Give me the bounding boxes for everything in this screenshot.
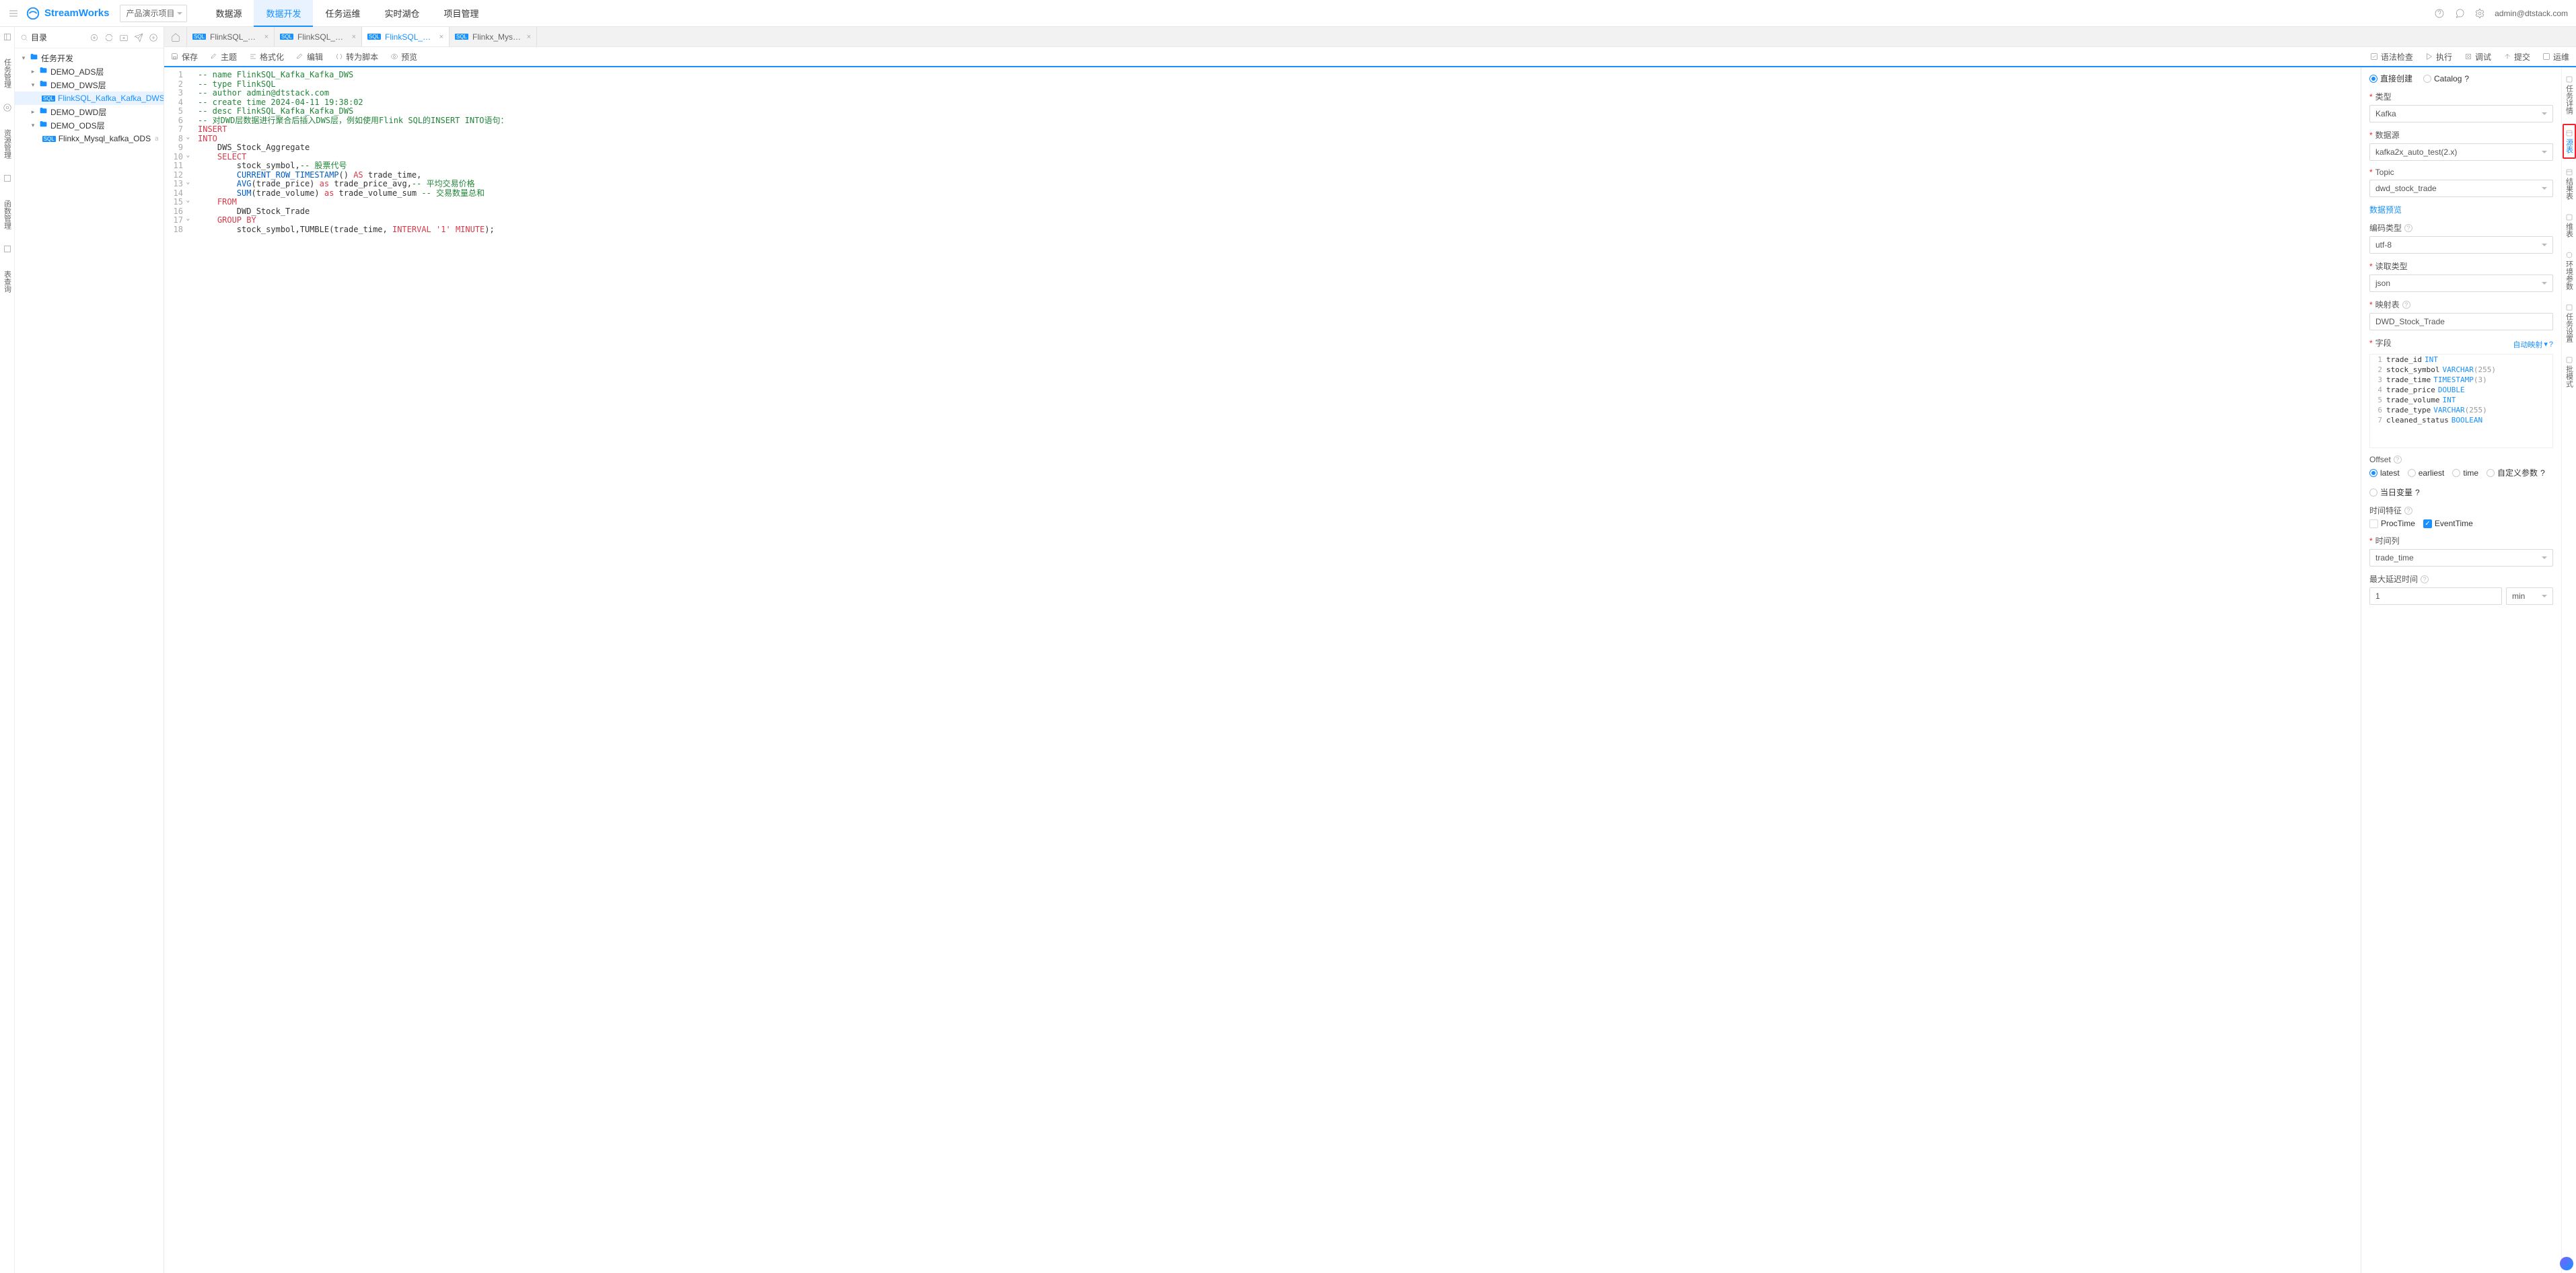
table-icon[interactable] bbox=[3, 242, 12, 258]
editor-tab[interactable]: SQLFlinkSQL_Kafka_Ka...× bbox=[187, 27, 275, 46]
create-mode-catalog[interactable]: Catalog? bbox=[2423, 74, 2469, 83]
ops-button[interactable]: 运维 bbox=[2542, 51, 2569, 63]
add-icon[interactable] bbox=[149, 33, 158, 42]
close-icon[interactable]: × bbox=[264, 33, 269, 41]
create-mode-direct[interactable]: 直接创建 bbox=[2369, 73, 2412, 84]
script-button[interactable]: 转为脚本 bbox=[335, 51, 378, 63]
rail-table-query[interactable]: 表查询 bbox=[2, 268, 13, 295]
submit-button[interactable]: 提交 bbox=[2503, 51, 2530, 63]
theme-button[interactable]: 主题 bbox=[210, 51, 237, 63]
field-row: 4trade_price DOUBLE bbox=[2370, 385, 2552, 395]
timecol-select[interactable]: trade_time bbox=[2369, 549, 2553, 567]
close-icon[interactable]: × bbox=[352, 33, 356, 41]
tree-node[interactable]: ▾DEMO_ODS层 bbox=[15, 118, 164, 132]
rail-func-mgmt[interactable]: 函数管理 bbox=[2, 197, 13, 232]
nav-tab-0[interactable]: 数据源 bbox=[203, 0, 254, 26]
right-rail-2[interactable]: 结果表 bbox=[2564, 164, 2575, 204]
home-tab[interactable] bbox=[164, 27, 187, 46]
topic-select[interactable]: dwd_stock_trade bbox=[2369, 180, 2553, 197]
top-nav: StreamWorks 产品演示项目 数据源数据开发任务运维实时湖仓项目管理 a… bbox=[0, 0, 2576, 27]
field-row: 7cleaned_status BOOLEAN bbox=[2370, 415, 2552, 425]
gear-icon[interactable] bbox=[3, 100, 12, 117]
readtype-select[interactable]: json bbox=[2369, 275, 2553, 292]
editor-tab[interactable]: SQLFlinkx_Mysql_kafk...× bbox=[450, 27, 537, 46]
format-button[interactable]: 格式化 bbox=[249, 51, 284, 63]
right-rail-1[interactable]: 源表 bbox=[2563, 124, 2576, 159]
editor-tab[interactable]: SQLFlinkSQL_Kafka_Ka...× bbox=[362, 27, 450, 46]
refresh-icon[interactable] bbox=[104, 33, 114, 42]
nav-tab-3[interactable]: 实时湖仓 bbox=[373, 0, 432, 26]
new-folder-icon[interactable] bbox=[119, 33, 129, 42]
field-row: 2stock_symbol VARCHAR(255) bbox=[2370, 365, 2552, 375]
edit-button[interactable]: 编辑 bbox=[296, 51, 323, 63]
rail-task-mgmt[interactable]: 任务管理 bbox=[2, 56, 13, 91]
rail-collapse-icon[interactable] bbox=[3, 30, 12, 46]
right-rail: 任务详情源表结果表维表环境参数任务设置批模式 bbox=[2561, 67, 2576, 1273]
tree-node[interactable]: ▸DEMO_DWD层 bbox=[15, 105, 164, 118]
user-email[interactable]: admin@dtstack.com bbox=[2495, 9, 2568, 18]
exec-button[interactable]: 执行 bbox=[2425, 51, 2452, 63]
offset-当日变量[interactable]: 当日变量? bbox=[2369, 486, 2420, 498]
proctime-check[interactable]: ProcTime bbox=[2369, 519, 2415, 528]
editor-tab[interactable]: SQLFlinkSQL_Kafka_Ka...× bbox=[275, 27, 362, 46]
right-rail-5[interactable]: 任务设置 bbox=[2564, 299, 2575, 347]
brand-logo: StreamWorks bbox=[26, 6, 109, 21]
tree-node[interactable]: ▾DEMO_DWS层 bbox=[15, 78, 164, 92]
fx-icon[interactable] bbox=[3, 171, 12, 188]
brand-icon bbox=[26, 6, 40, 21]
data-preview-link[interactable]: 数据预览 bbox=[2369, 205, 2402, 215]
help-icon[interactable] bbox=[2434, 8, 2445, 19]
settings-icon[interactable] bbox=[2474, 8, 2485, 19]
debug-button[interactable]: 调试 bbox=[2464, 51, 2491, 63]
search-icon[interactable] bbox=[20, 34, 28, 42]
field-row: 5trade_volume INT bbox=[2370, 395, 2552, 405]
field-row: 6trade_type VARCHAR(255) bbox=[2370, 405, 2552, 415]
maptable-input[interactable]: DWD_Stock_Trade bbox=[2369, 313, 2553, 330]
tree-node[interactable]: ▸DEMO_ADS层 bbox=[15, 65, 164, 78]
right-rail-6[interactable]: 批模式 bbox=[2564, 352, 2575, 392]
config-panel: 直接创建 Catalog? *类型Kafka *数据源kafka2x_auto_… bbox=[2361, 67, 2561, 1273]
right-rail-3[interactable]: 维表 bbox=[2564, 209, 2575, 242]
close-icon[interactable]: × bbox=[527, 33, 531, 41]
field-row: 3trade_time TIMESTAMP(3) bbox=[2370, 375, 2552, 385]
syntax-button[interactable]: 语法检查 bbox=[2370, 51, 2413, 63]
close-icon[interactable]: × bbox=[439, 33, 443, 41]
code-editor[interactable]: 12345678⌄910⌄111213⌄1415⌄1617⌄18 -- name… bbox=[164, 67, 2361, 1273]
save-button[interactable]: 保存 bbox=[171, 51, 198, 63]
field-row: 1trade_id INT bbox=[2370, 355, 2552, 365]
offset-time[interactable]: time bbox=[2452, 467, 2478, 478]
directory-title: 目录 bbox=[31, 32, 47, 43]
send-icon[interactable] bbox=[134, 33, 143, 42]
preview-button[interactable]: 预览 bbox=[390, 51, 417, 63]
right-rail-0[interactable]: 任务详情 bbox=[2564, 71, 2575, 118]
offset-latest[interactable]: latest bbox=[2369, 467, 2400, 478]
type-select[interactable]: Kafka bbox=[2369, 105, 2553, 122]
tree-node[interactable]: SQLFlinkSQL_Kafka_Kafka_DWSadmin@dts... bbox=[15, 92, 164, 105]
offset-earliest[interactable]: earliest bbox=[2408, 467, 2445, 478]
nav-tab-4[interactable]: 项目管理 bbox=[432, 0, 491, 26]
maxdelay-unit[interactable]: min bbox=[2506, 587, 2553, 605]
rail-resource-mgmt[interactable]: 资源管理 bbox=[2, 126, 13, 161]
encoding-select[interactable]: utf-8 bbox=[2369, 236, 2553, 254]
auto-map-link[interactable]: 自动映射 ▾ ? bbox=[2513, 339, 2553, 350]
left-rail: 任务管理 资源管理 函数管理 表查询 bbox=[0, 27, 15, 1273]
assistant-button[interactable] bbox=[2560, 1257, 2573, 1270]
main-area: SQLFlinkSQL_Kafka_Ka...×SQLFlinkSQL_Kafk… bbox=[164, 27, 2576, 1273]
locate-icon[interactable] bbox=[90, 33, 99, 42]
menu-icon[interactable] bbox=[8, 8, 19, 19]
nav-tab-1[interactable]: 数据开发 bbox=[254, 0, 313, 26]
tree-node[interactable]: SQLFlinkx_Mysql_kafka_ODSadmin@dtstac... bbox=[15, 132, 164, 145]
right-rail-4[interactable]: 环境参数 bbox=[2564, 247, 2575, 294]
datasource-select[interactable]: kafka2x_auto_test(2.x) bbox=[2369, 143, 2553, 161]
directory-panel: 目录 ▾任务开发▸DEMO_ADS层▾DEMO_DWS层SQLFlinkSQL_… bbox=[15, 27, 164, 1273]
chat-icon[interactable] bbox=[2454, 8, 2465, 19]
tree-node[interactable]: ▾任务开发 bbox=[15, 51, 164, 65]
eventtime-check[interactable]: EventTime bbox=[2423, 519, 2473, 528]
project-select[interactable]: 产品演示项目 bbox=[120, 5, 187, 22]
nav-tab-2[interactable]: 任务运维 bbox=[313, 0, 372, 26]
offset-自定义参数[interactable]: 自定义参数? bbox=[2486, 467, 2545, 478]
maxdelay-input[interactable]: 1 bbox=[2369, 587, 2502, 605]
